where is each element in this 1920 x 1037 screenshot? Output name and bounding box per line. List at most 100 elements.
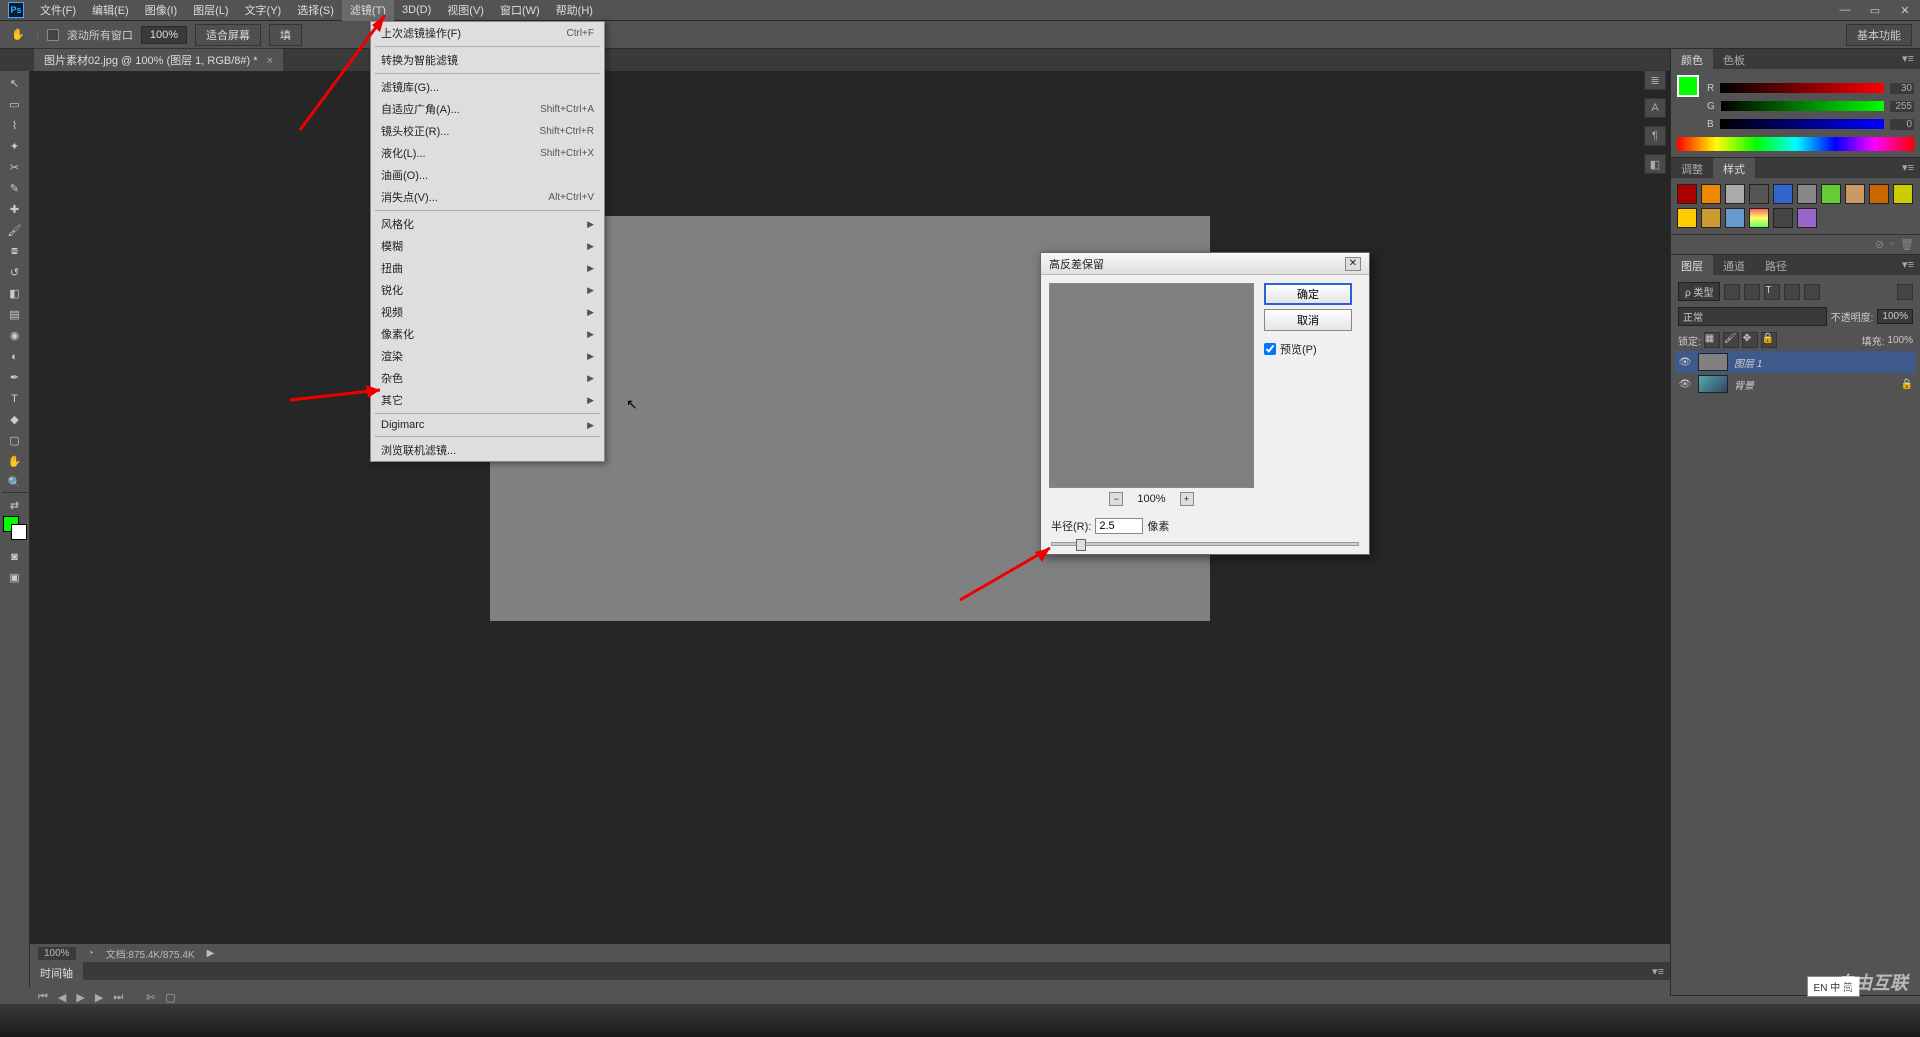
menu-liquify[interactable]: 液化(L)...Shift+Ctrl+X: [371, 142, 604, 164]
style-swatch[interactable]: [1701, 184, 1721, 204]
panel-fg-swatch[interactable]: [1677, 75, 1699, 97]
window-close-icon[interactable]: ✕: [1890, 0, 1920, 20]
fill-field[interactable]: 100%: [1887, 335, 1913, 346]
visibility-icon[interactable]: 👁: [1678, 357, 1692, 368]
swap-colors-icon[interactable]: ⇄: [2, 495, 28, 516]
filter-shape-icon[interactable]: [1784, 284, 1800, 300]
canvas-area[interactable]: [30, 71, 1920, 988]
filter-smart-icon[interactable]: [1804, 284, 1820, 300]
style-swatch[interactable]: [1701, 208, 1721, 228]
panel-menu-icon[interactable]: ▾≡: [1646, 962, 1670, 980]
panel-menu-icon[interactable]: ▾≡: [1896, 255, 1920, 275]
zoom-out-button[interactable]: −: [1109, 492, 1123, 506]
lock-all-icon[interactable]: 🔒: [1761, 332, 1777, 348]
slider-thumb[interactable]: [1076, 539, 1086, 551]
style-swatch[interactable]: [1869, 184, 1889, 204]
radius-input[interactable]: [1095, 518, 1143, 534]
style-swatch[interactable]: [1797, 184, 1817, 204]
filter-type-icon[interactable]: T: [1764, 284, 1780, 300]
dialog-close-icon[interactable]: ✕: [1345, 257, 1361, 271]
lock-paint-icon[interactable]: 🖌: [1723, 332, 1739, 348]
menu-other[interactable]: 其它▶: [371, 389, 604, 411]
g-slider[interactable]: [1721, 101, 1884, 111]
menu-type[interactable]: 文字(Y): [237, 0, 290, 21]
dialog-titlebar[interactable]: 高反差保留 ✕: [1041, 253, 1369, 275]
menu-filter[interactable]: 滤镜(T): [342, 0, 394, 21]
menu-digimarc[interactable]: Digimarc▶: [371, 416, 604, 434]
windows-taskbar[interactable]: [0, 1003, 1920, 1037]
opacity-field[interactable]: 100%: [1877, 309, 1913, 324]
tab-adjustments[interactable]: 调整: [1671, 158, 1713, 178]
tab-channels[interactable]: 通道: [1713, 255, 1755, 275]
layer-filter-kind[interactable]: ρ 类型: [1678, 282, 1720, 301]
style-trash-icon[interactable]: 🗑: [1900, 238, 1914, 251]
window-maximize-icon[interactable]: ▭: [1860, 0, 1890, 20]
panel-menu-icon[interactable]: ▾≡: [1896, 158, 1920, 178]
screenmode-icon[interactable]: ▣: [2, 567, 28, 588]
window-minimize-icon[interactable]: —: [1830, 0, 1860, 20]
zoom-tool-icon[interactable]: 🔍: [2, 472, 28, 493]
shape-tool-icon[interactable]: ▢: [2, 430, 28, 451]
gradient-tool-icon[interactable]: ▤: [2, 304, 28, 325]
history-brush-tool-icon[interactable]: ↺: [2, 262, 28, 283]
menu-window[interactable]: 窗口(W): [492, 0, 548, 21]
crop-tool-icon[interactable]: ✂: [2, 157, 28, 178]
menu-pixelate[interactable]: 像素化▶: [371, 323, 604, 345]
eraser-tool-icon[interactable]: ◧: [2, 283, 28, 304]
style-new-icon[interactable]: ▫: [1890, 238, 1894, 251]
menu-edit[interactable]: 编辑(E): [84, 0, 137, 21]
menu-noise[interactable]: 杂色▶: [371, 367, 604, 389]
layer-thumbnail[interactable]: [1698, 353, 1728, 371]
doc-info-arrow-icon[interactable]: ▶: [207, 948, 215, 959]
tab-layers[interactable]: 图层: [1671, 255, 1713, 275]
cancel-button[interactable]: 取消: [1264, 309, 1352, 331]
layer-name[interactable]: 背景: [1734, 377, 1895, 392]
zoom-in-button[interactable]: +: [1180, 492, 1194, 506]
menu-oil-paint[interactable]: 油画(O)...: [371, 164, 604, 186]
r-slider[interactable]: [1720, 83, 1884, 93]
panel-menu-icon[interactable]: ▾≡: [1896, 49, 1920, 69]
lasso-tool-icon[interactable]: ⌇: [2, 115, 28, 136]
preview-checkbox-row[interactable]: 预览(P): [1264, 341, 1352, 357]
spectrum-bar[interactable]: [1677, 137, 1914, 151]
menu-vanishing-point[interactable]: 消失点(V)...Alt+Ctrl+V: [371, 186, 604, 208]
layer-row-bg[interactable]: 👁 背景 🔒: [1675, 373, 1916, 395]
layer-row-1[interactable]: 👁 图层 1: [1675, 351, 1916, 373]
menu-convert-smart[interactable]: 转换为智能滤镜: [371, 49, 604, 71]
layer-name[interactable]: 图层 1: [1734, 355, 1913, 370]
menu-distort[interactable]: 扭曲▶: [371, 257, 604, 279]
brush-tool-icon[interactable]: 🖌: [2, 220, 28, 241]
document-tab[interactable]: 图片素材02.jpg @ 100% (图层 1, RGB/8#) * ×: [34, 48, 283, 71]
quickmask-icon[interactable]: ◙: [2, 546, 28, 567]
menu-file[interactable]: 文件(F): [32, 0, 84, 21]
eyedropper-tool-icon[interactable]: ✎: [2, 178, 28, 199]
radius-slider[interactable]: [1051, 542, 1359, 546]
filter-pixel-icon[interactable]: [1724, 284, 1740, 300]
style-swatch[interactable]: [1797, 208, 1817, 228]
menu-3d[interactable]: 3D(D): [394, 1, 439, 19]
pen-tool-icon[interactable]: ✒: [2, 367, 28, 388]
style-clear-icon[interactable]: ⊘: [1875, 238, 1884, 251]
style-swatch[interactable]: [1893, 184, 1913, 204]
visibility-icon[interactable]: 👁: [1678, 379, 1692, 390]
menu-select[interactable]: 选择(S): [289, 0, 342, 21]
background-swatch[interactable]: [11, 524, 27, 540]
tab-close-icon[interactable]: ×: [267, 55, 273, 67]
path-select-tool-icon[interactable]: ◆: [2, 409, 28, 430]
tab-swatches[interactable]: 色板: [1713, 49, 1755, 69]
move-tool-icon[interactable]: ↖: [2, 73, 28, 94]
menu-adaptive-wide[interactable]: 自适应广角(A)...Shift+Ctrl+A: [371, 98, 604, 120]
history-panel-icon[interactable]: ≣: [1644, 70, 1666, 90]
scroll-all-checkbox[interactable]: [47, 29, 59, 41]
menu-view[interactable]: 视图(V): [439, 0, 492, 21]
style-swatch[interactable]: [1677, 208, 1697, 228]
marquee-tool-icon[interactable]: ▭: [2, 94, 28, 115]
fit-screen-button[interactable]: 适合屏幕: [195, 24, 261, 46]
tab-timeline[interactable]: 时间轴: [30, 962, 83, 980]
menu-image[interactable]: 图像(I): [137, 0, 185, 21]
style-swatch[interactable]: [1821, 184, 1841, 204]
color-swatches[interactable]: [0, 516, 29, 546]
style-swatch[interactable]: [1749, 208, 1769, 228]
menu-filter-gallery[interactable]: 滤镜库(G)...: [371, 76, 604, 98]
layer-thumbnail[interactable]: [1698, 375, 1728, 393]
